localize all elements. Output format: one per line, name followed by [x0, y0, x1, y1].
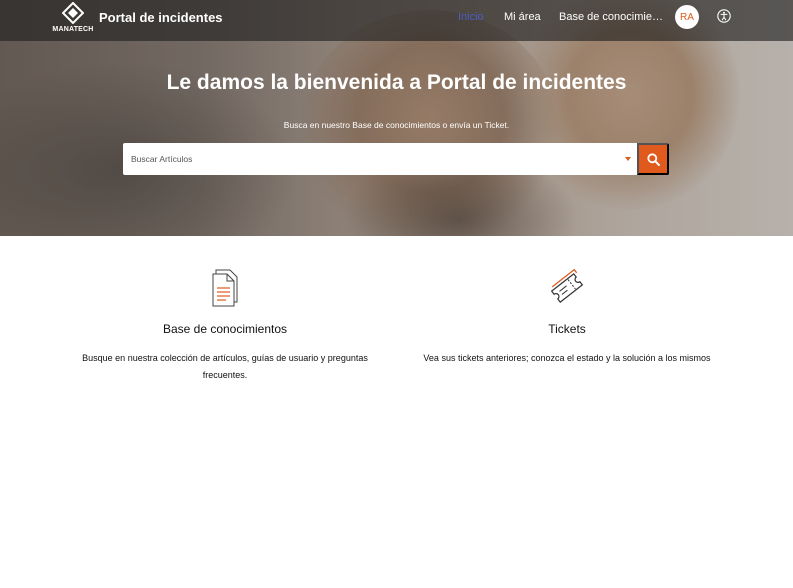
- search-dropdown-caret-icon[interactable]: [625, 157, 631, 161]
- knowledge-base-card[interactable]: Base de conocimientos Busque en nuestra …: [55, 268, 395, 384]
- nav-home-link[interactable]: Inicio: [458, 11, 484, 23]
- card-title-knowledge-base: Base de conocimientos: [162, 322, 288, 336]
- search-bar: [123, 143, 669, 175]
- nav-my-area-link[interactable]: Mi área: [504, 11, 541, 23]
- welcome-subtitle: Busca en nuestro Base de conocimientos o…: [283, 120, 510, 130]
- logo-diamond-icon: [62, 2, 84, 24]
- card-description-tickets: Vea sus tickets anteriores; conozca el e…: [423, 353, 711, 363]
- manatech-logo[interactable]: MANATECH: [52, 2, 94, 38]
- welcome-heading: Le damos la bienvenida a Portal de incid…: [166, 71, 627, 94]
- user-avatar[interactable]: RA: [675, 5, 699, 29]
- tickets-card[interactable]: Tickets Vea sus tickets anteriores; cono…: [397, 268, 737, 367]
- ticket-icon: [550, 268, 584, 303]
- search-button[interactable]: [637, 143, 669, 175]
- portal-title: Portal de incidentes: [99, 10, 223, 25]
- top-navigation-bar: MANATECH Portal de incidentes Inicio Mi …: [0, 0, 793, 41]
- accessibility-icon[interactable]: [717, 9, 731, 23]
- card-title-tickets: Tickets: [548, 322, 586, 336]
- nav-knowledge-base-link[interactable]: Base de conocimientos: [559, 11, 664, 23]
- search-icon: [646, 152, 660, 166]
- document-icon: [212, 269, 238, 307]
- logo-text: MANATECH: [52, 26, 94, 33]
- search-input[interactable]: [123, 143, 623, 175]
- card-description-knowledge-base: Busque en nuestra colección de artículos…: [82, 353, 368, 380]
